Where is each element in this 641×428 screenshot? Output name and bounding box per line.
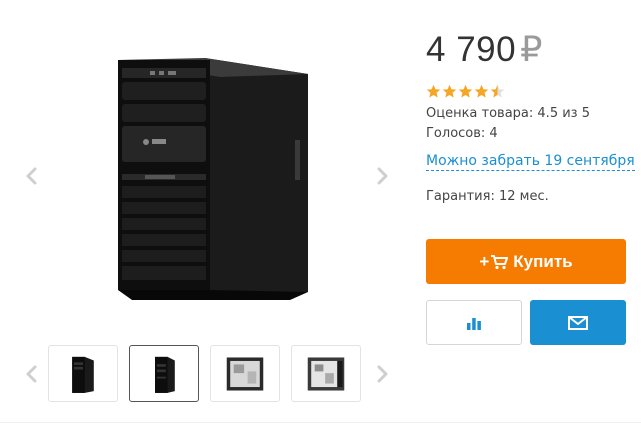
- votes-count: Голосов: 4: [426, 126, 498, 141]
- thumbnail-case-open-side[interactable]: [210, 345, 280, 402]
- thumbnail-strip: [48, 345, 361, 402]
- star-icon: [458, 84, 473, 98]
- prev-image-chevron-icon[interactable]: [20, 164, 44, 188]
- thumbnail-case-angle[interactable]: [129, 345, 199, 402]
- thumbnail-case-interior[interactable]: [291, 345, 361, 402]
- envelope-icon: [568, 315, 588, 330]
- price-value: 4 790: [426, 30, 517, 69]
- send-email-button[interactable]: [530, 300, 626, 345]
- product-gallery: [0, 0, 410, 428]
- compare-button[interactable]: [426, 300, 522, 345]
- thumbnail-case-front[interactable]: [48, 345, 118, 402]
- rating-text: Оценка товара: 4.5 из 5: [426, 106, 590, 121]
- bottom-divider: [0, 422, 641, 423]
- product-price: 4 790 ₽: [426, 30, 543, 70]
- star-icon: [442, 84, 457, 98]
- next-thumbnails-chevron-icon[interactable]: [370, 362, 394, 386]
- cart-icon: [491, 254, 509, 269]
- prev-thumbnails-chevron-icon[interactable]: [20, 362, 44, 386]
- buy-button-label: Купить: [513, 251, 573, 271]
- bar-chart-icon: [467, 317, 481, 330]
- star-icon: [426, 84, 441, 98]
- plus-icon: +: [479, 251, 490, 271]
- pickup-date-link[interactable]: Можно забрать 19 сентября: [426, 153, 635, 171]
- star-icon: [490, 84, 505, 98]
- next-image-chevron-icon[interactable]: [370, 164, 394, 188]
- star-icon: [474, 84, 489, 98]
- currency-symbol: ₽: [520, 30, 543, 69]
- warranty-info: Гарантия: 12 мес.: [426, 189, 549, 204]
- product-main-image[interactable]: [50, 8, 360, 338]
- buy-button[interactable]: + Купить: [426, 239, 626, 284]
- rating-stars: [426, 84, 505, 99]
